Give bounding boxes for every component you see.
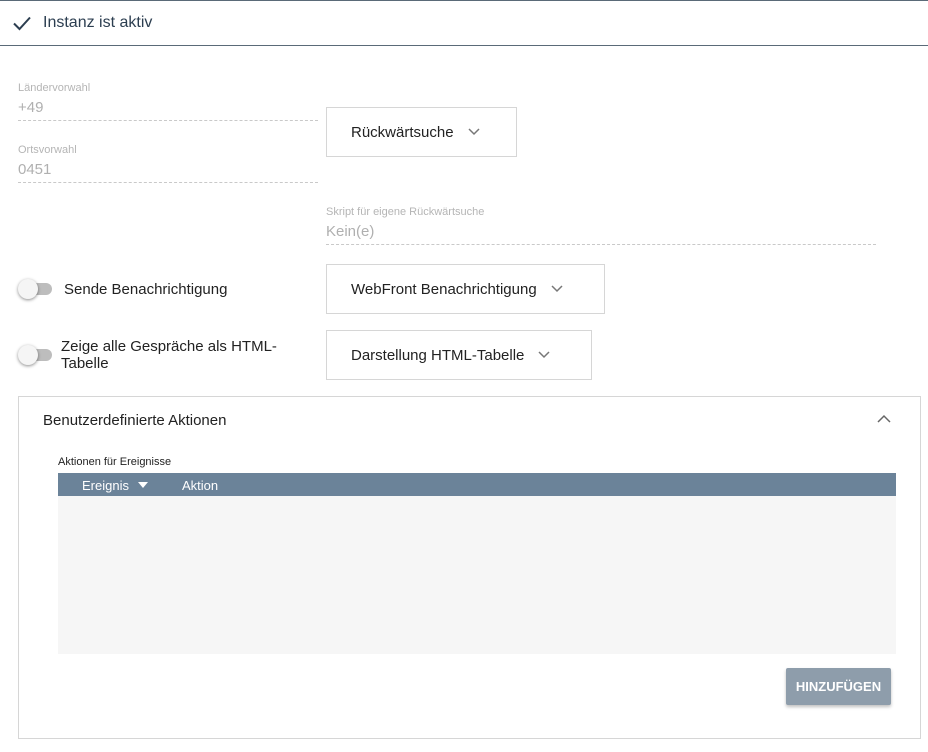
country-code-input[interactable]: +49: [18, 99, 318, 121]
toggle-knob: [18, 345, 38, 365]
actions-table-header: Ereignis Aktion: [58, 473, 896, 496]
webfront-notification-dropdown[interactable]: WebFront Benachrichtigung: [326, 264, 605, 314]
custom-actions-panel: Benutzerdefinierte Aktionen Aktionen für…: [18, 396, 921, 739]
sort-down-icon[interactable]: [138, 482, 148, 488]
reverse-lookup-dropdown[interactable]: Rückwärtsuche: [326, 107, 517, 157]
column-header-action[interactable]: Aktion: [182, 478, 218, 493]
send-notification-toggle[interactable]: [18, 278, 54, 300]
send-notification-label: Sende Benachrichtigung: [64, 281, 228, 298]
webfront-notification-label: WebFront Benachrichtigung: [351, 280, 537, 298]
instance-status-bar: Instanz ist aktiv: [0, 1, 928, 46]
chevron-down-icon: [468, 128, 480, 136]
column-header-event[interactable]: Ereignis: [82, 478, 129, 493]
country-code-label: Ländervorwahl: [18, 82, 91, 94]
chevron-down-icon: [538, 351, 550, 359]
show-calls-html-toggle[interactable]: [18, 344, 54, 366]
area-code-input[interactable]: 0451: [18, 161, 318, 183]
toggle-knob: [18, 279, 38, 299]
chevron-down-icon: [551, 285, 563, 293]
actions-table-body: [58, 496, 896, 654]
html-table-display-label: Darstellung HTML-Tabelle: [351, 346, 525, 364]
add-button[interactable]: HINZUFÜGEN: [786, 668, 891, 705]
actions-table-label: Aktionen für Ereignisse: [58, 456, 172, 468]
reverse-script-input[interactable]: Kein(e): [326, 223, 876, 245]
chevron-up-icon[interactable]: [877, 414, 891, 424]
reverse-lookup-label: Rückwärtsuche: [351, 123, 454, 141]
show-calls-html-label: Zeige alle Gespräche als HTML-Tabelle: [61, 338, 277, 372]
reverse-script-label: Skript für eigene Rückwärtsuche: [326, 206, 485, 218]
area-code-label: Ortsvorwahl: [18, 144, 77, 156]
status-label: Instanz ist aktiv: [43, 14, 153, 31]
area-code-field[interactable]: Ortsvorwahl 0451: [18, 144, 318, 183]
check-icon: [13, 16, 31, 31]
country-code-field[interactable]: Ländervorwahl +49: [18, 82, 318, 121]
reverse-script-field[interactable]: Skript für eigene Rückwärtsuche Kein(e): [326, 206, 876, 245]
html-table-display-dropdown[interactable]: Darstellung HTML-Tabelle: [326, 330, 592, 380]
custom-actions-title: Benutzerdefinierte Aktionen: [43, 412, 227, 429]
